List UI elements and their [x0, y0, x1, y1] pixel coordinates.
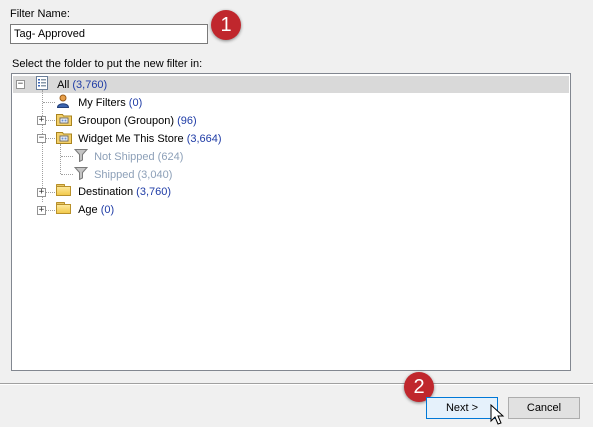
tree-connector [46, 120, 55, 121]
tree-node-label: Age [78, 204, 98, 216]
tree-node-label: Groupon (Groupon) [78, 115, 175, 127]
collapse-icon[interactable]: − [37, 134, 46, 143]
list-icon [36, 76, 48, 90]
next-button[interactable]: Next > [426, 397, 498, 419]
user-icon [56, 94, 70, 108]
tree-node-shipped[interactable]: Shipped (3,040) [73, 166, 173, 183]
tree-node-label: Destination [78, 186, 134, 198]
tree-node-count: (3,664) [186, 133, 222, 145]
tree-node-label: Not Shipped [94, 151, 155, 163]
tree-node-count: (96) [177, 115, 197, 127]
tree-node-label: My Filters [78, 97, 126, 109]
collapse-icon[interactable]: − [16, 80, 25, 89]
tree-node-count: (624) [157, 151, 184, 163]
tree-connector [61, 174, 73, 175]
tree-node-my-filters[interactable]: My Filters (0) [56, 94, 142, 111]
tree-connector [46, 210, 55, 211]
filter-name-label: Filter Name: [10, 8, 70, 20]
store-folder-icon [56, 114, 72, 126]
folder-tree[interactable]: − All (3,760) My Filters (0) + Groupon (… [11, 73, 571, 371]
cancel-button[interactable]: Cancel [508, 397, 580, 419]
folder-prompt-label: Select the folder to put the new filter … [12, 58, 203, 70]
tree-connector [43, 102, 55, 103]
tree-node-count: (3,760) [136, 186, 172, 198]
tree-node-count: (0) [100, 204, 115, 216]
mouse-cursor-icon [490, 404, 505, 425]
tree-node-age[interactable]: Age (0) [56, 202, 114, 219]
folder-icon [56, 184, 72, 197]
tree-node-count: (0) [128, 97, 143, 109]
tree-node-destination[interactable]: Destination (3,760) [56, 184, 171, 201]
filter-icon [73, 167, 89, 181]
callout-badge-1: 1 [211, 10, 241, 40]
tree-node-count: (3,040) [137, 169, 173, 181]
tree-node-label: All [57, 79, 70, 91]
tree-node-label: Widget Me This Store [78, 133, 184, 145]
filter-name-input[interactable] [10, 24, 208, 44]
tree-node-label: Shipped [94, 169, 135, 181]
expand-icon[interactable]: + [37, 116, 46, 125]
store-folder-icon [56, 132, 72, 144]
tree-connector [46, 138, 55, 139]
expand-icon[interactable]: + [37, 188, 46, 197]
tree-connector [61, 156, 73, 157]
tree-node-groupon[interactable]: Groupon (Groupon) (96) [56, 112, 197, 129]
tree-connector [42, 90, 43, 202]
bottom-divider [0, 383, 593, 385]
tree-connector [46, 192, 55, 193]
folder-icon [56, 202, 72, 215]
expand-icon[interactable]: + [37, 206, 46, 215]
tree-node-not-shipped[interactable]: Not Shipped (624) [73, 148, 184, 165]
tree-node-all[interactable]: All (3,760) [35, 76, 107, 93]
tree-connector [60, 144, 61, 174]
filter-icon [73, 149, 89, 163]
tree-node-widget-me-this-store[interactable]: Widget Me This Store (3,664) [56, 130, 222, 147]
tree-node-count: (3,760) [72, 79, 108, 91]
